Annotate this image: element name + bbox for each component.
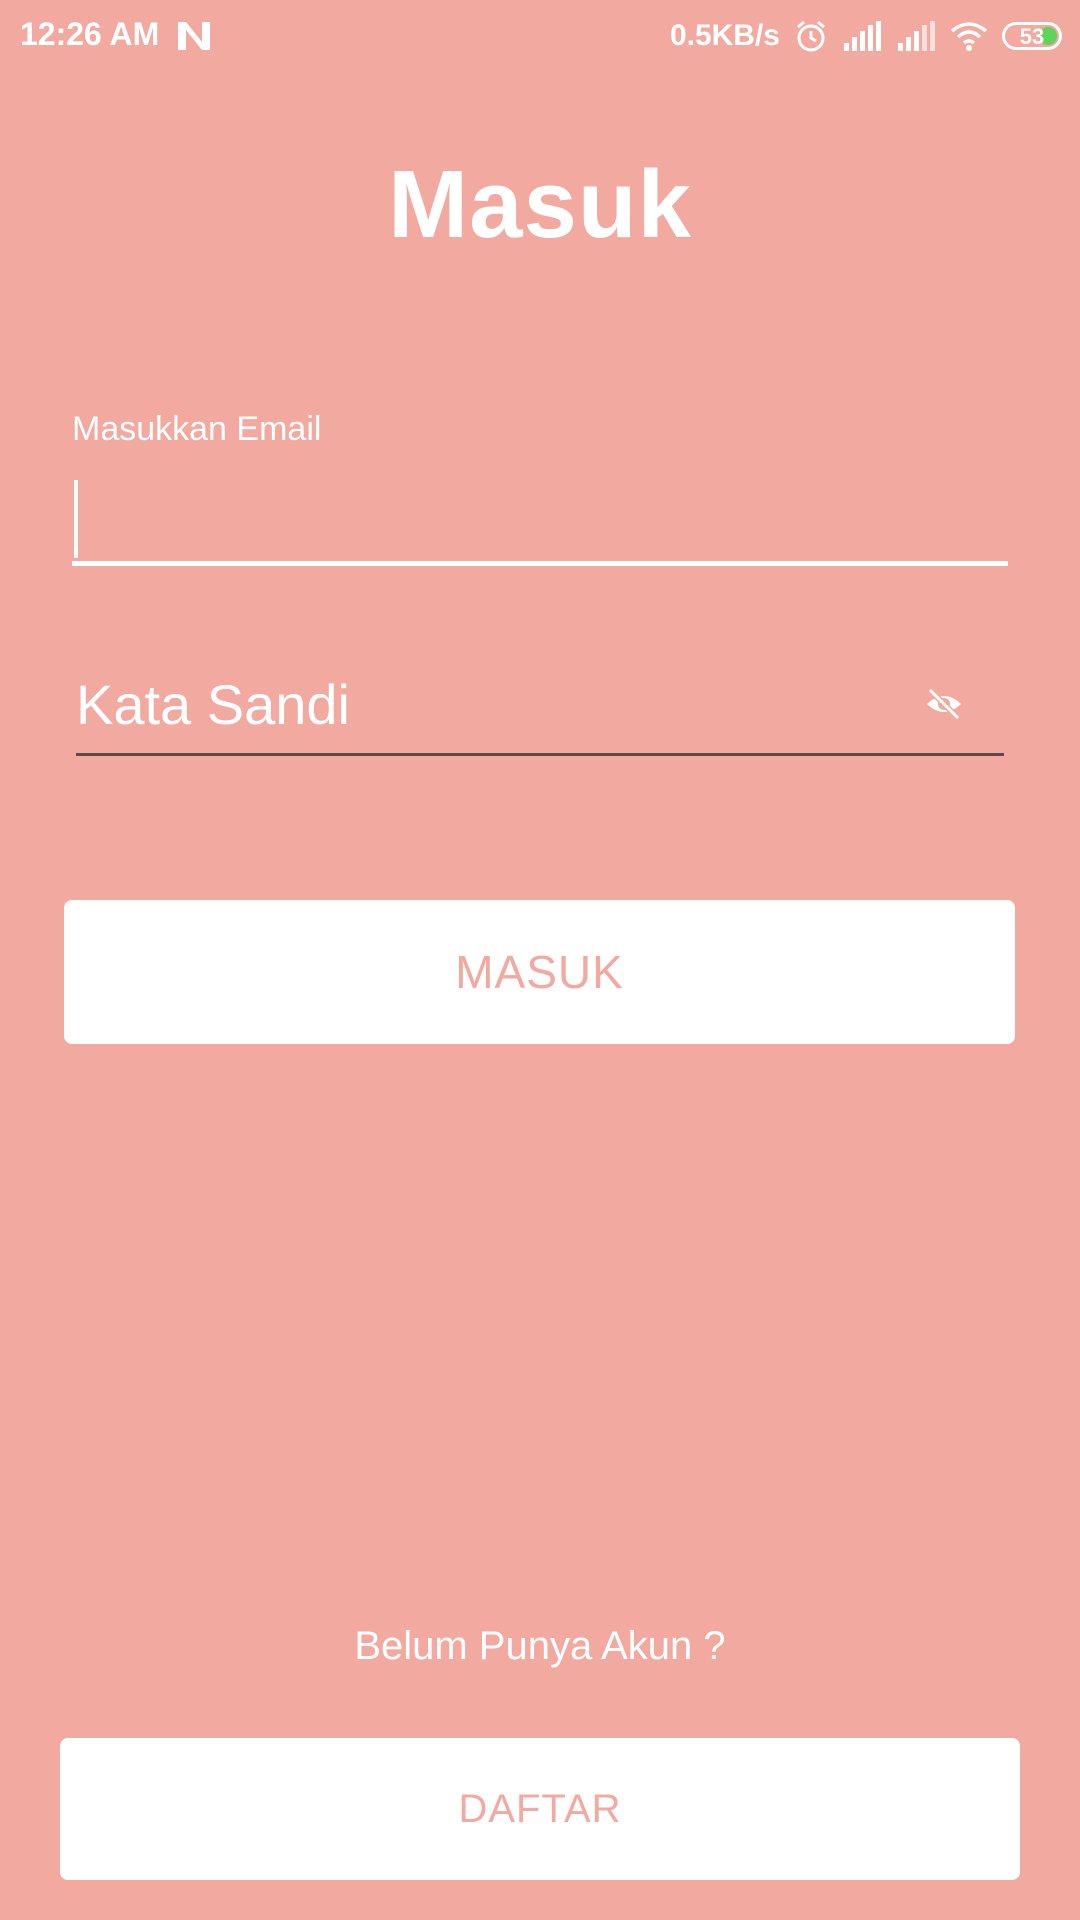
email-label: Masukkan Email: [72, 410, 322, 448]
no-account-text: Belum Punya Akun ?: [354, 1624, 726, 1668]
n-notification-icon: [178, 22, 210, 50]
password-input[interactable]: [76, 656, 1004, 756]
email-input[interactable]: [72, 474, 1008, 566]
network-speed: 0.5KB/s: [669, 19, 780, 52]
signal-icon: [844, 21, 881, 51]
wifi-icon: [950, 22, 988, 51]
alarm-icon: [797, 20, 825, 52]
login-button[interactable]: MASUK: [64, 900, 1015, 1044]
page-title: Masuk: [388, 151, 692, 258]
status-right: 0.5KB/s 53: [670, 14, 1062, 58]
status-bar: 12:26 AM 0.5KB/s 53: [0, 0, 1080, 72]
status-time: 12:26 AM: [20, 16, 160, 52]
text-cursor: [74, 480, 78, 558]
eye-off-icon[interactable]: [924, 684, 964, 724]
signal-icon-2: [898, 21, 935, 51]
battery-level: 53: [1019, 24, 1045, 49]
battery-icon: 53: [1002, 22, 1062, 50]
register-button[interactable]: DAFTAR: [60, 1738, 1020, 1880]
